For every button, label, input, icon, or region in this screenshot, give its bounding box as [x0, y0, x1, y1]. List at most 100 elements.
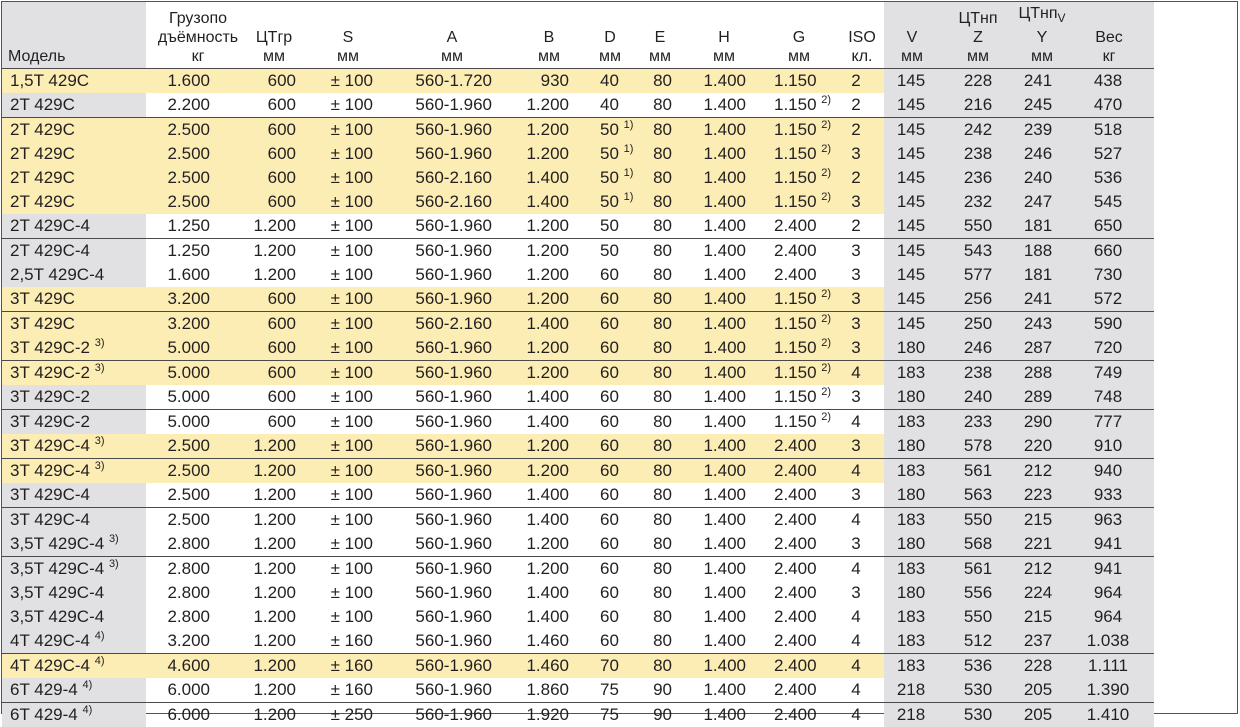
cell-d: 40 [580, 69, 628, 93]
cell-w-value: 933 [1093, 485, 1123, 504]
cell-e-value: 80 [653, 510, 672, 529]
cell-w: 748 [1082, 385, 1134, 409]
cell-d-footnote: 1) [623, 119, 634, 131]
cell-iso-value: 4 [851, 680, 861, 699]
cell-a: 560-1.960 [400, 142, 492, 166]
cell-w-value: 590 [1093, 314, 1123, 333]
cell-h: 1.400 [684, 239, 746, 263]
cell-model-value: 3,5T 429C-4 [10, 583, 105, 602]
cell-w: 749 [1082, 361, 1134, 385]
cell-model-value: 3T 429C-4 [10, 510, 91, 529]
cell-model-footnote: 3) [108, 533, 119, 545]
cell-s: ± 100 [318, 118, 373, 142]
cell-d: 60 [580, 361, 628, 385]
cell-y-value: 241 [1023, 71, 1053, 90]
cell-iso: 3 [844, 142, 868, 166]
cell-z-value: 577 [963, 265, 993, 284]
cell-v: 180 [892, 532, 930, 556]
cell-w-value: 910 [1093, 436, 1123, 455]
cell-e-value: 80 [653, 71, 672, 90]
cell-z-value: 563 [963, 485, 993, 504]
header-weight-label: Вес [1095, 29, 1123, 46]
cell-e-value: 80 [653, 241, 672, 260]
cell-load-value: 2.500 [167, 436, 210, 455]
cell-iso: 3 [844, 581, 868, 605]
cell-b-value: 1.400 [526, 607, 569, 626]
header-z-label: Z [973, 29, 983, 46]
cell-ctgr: 1.200 [239, 581, 296, 605]
header-v-unit: мм [901, 48, 923, 65]
cell-v-value: 180 [896, 436, 926, 455]
cell-e-value: 80 [653, 216, 672, 235]
cell-w-value: 730 [1093, 265, 1123, 284]
cell-e: 80 [634, 361, 672, 385]
cell-g: 1.150 2) [760, 118, 840, 142]
cell-g-value: 2.400 [774, 461, 817, 480]
cell-g-value: 1.150 [774, 387, 817, 406]
cell-y-value: 220 [1023, 436, 1053, 455]
cell-v: 183 [892, 629, 930, 653]
cell-s-value: ± 100 [330, 144, 373, 163]
cell-model: 2T 429C-4 [10, 214, 95, 238]
cell-d: 60 [580, 508, 628, 532]
cell-e: 80 [634, 69, 672, 93]
cell-b-value: 1.400 [526, 314, 569, 333]
cell-z: 530 [958, 678, 998, 702]
cell-load: 3.200 [152, 287, 210, 311]
cell-y: 237 [1018, 629, 1058, 653]
cell-v: 180 [892, 385, 930, 409]
cell-z-value: 233 [963, 412, 993, 431]
cell-e-value: 80 [653, 289, 672, 308]
cell-a-value: 560-1.960 [415, 436, 492, 455]
cell-a-value: 560-1.960 [415, 338, 492, 357]
cell-a: 560-1.960 [400, 459, 492, 483]
cell-ctgr-value: 1.200 [253, 436, 296, 455]
cell-d: 50 1) [580, 142, 633, 166]
cell-model: 3T 429C [10, 312, 80, 336]
cell-y: 215 [1018, 508, 1058, 532]
cell-a: 560-1.960 [400, 410, 492, 434]
cell-e-value: 80 [653, 192, 672, 211]
cell-h: 1.400 [684, 629, 746, 653]
cell-e-value: 80 [653, 168, 672, 187]
cell-ctgr: 1.200 [239, 532, 296, 556]
cell-y-value: 246 [1023, 144, 1053, 163]
cell-s: ± 100 [318, 557, 373, 581]
cell-s: ± 160 [318, 678, 373, 702]
table-row: 2T 429C 2.500 600 ± 100 560-1.960 1.200 50 1)… [2, 118, 1237, 142]
cell-a-value: 560-1.960 [415, 241, 492, 260]
cell-v: 145 [892, 142, 930, 166]
cell-e: 80 [634, 654, 672, 678]
cell-z: 232 [958, 190, 998, 214]
cell-y-value: 288 [1023, 363, 1053, 382]
cell-e: 80 [634, 605, 672, 629]
cell-y: 181 [1018, 214, 1058, 238]
cell-a: 560-1.960 [400, 336, 492, 360]
cell-iso: 4 [844, 557, 868, 581]
cell-load: 2.500 [152, 118, 210, 142]
cell-z-value: 246 [963, 338, 993, 357]
cell-w-value: 660 [1093, 241, 1123, 260]
cell-y-value: 188 [1023, 241, 1053, 260]
cell-d-value: 60 [600, 338, 619, 357]
cell-v-value: 183 [896, 461, 926, 480]
cell-y: 243 [1018, 312, 1058, 336]
cell-g-value: 1.150 [774, 120, 817, 139]
cell-z-value: 228 [963, 71, 993, 90]
cell-ctgr: 1.200 [239, 214, 296, 238]
cell-v: 183 [892, 605, 930, 629]
cell-g-footnote: 2) [821, 119, 832, 131]
cell-h-value: 1.400 [703, 510, 746, 529]
cell-b-value: 1.200 [526, 338, 569, 357]
cell-e-value: 80 [653, 387, 672, 406]
cell-e: 90 [634, 703, 672, 727]
cell-d-value: 75 [600, 680, 619, 699]
cell-a: 560-1.960 [400, 239, 492, 263]
cell-ctgr-value: 600 [267, 144, 296, 163]
table-row: 3T 429C-4 2.500 1.200 ± 100 560-1.960 1.400 6… [2, 483, 1237, 507]
cell-a-value: 560-1.960 [415, 461, 492, 480]
cell-y: 228 [1018, 654, 1058, 678]
cell-e-value: 80 [653, 485, 672, 504]
cell-b-value: 1.860 [526, 680, 569, 699]
cell-a-value: 560-1.960 [415, 607, 492, 626]
